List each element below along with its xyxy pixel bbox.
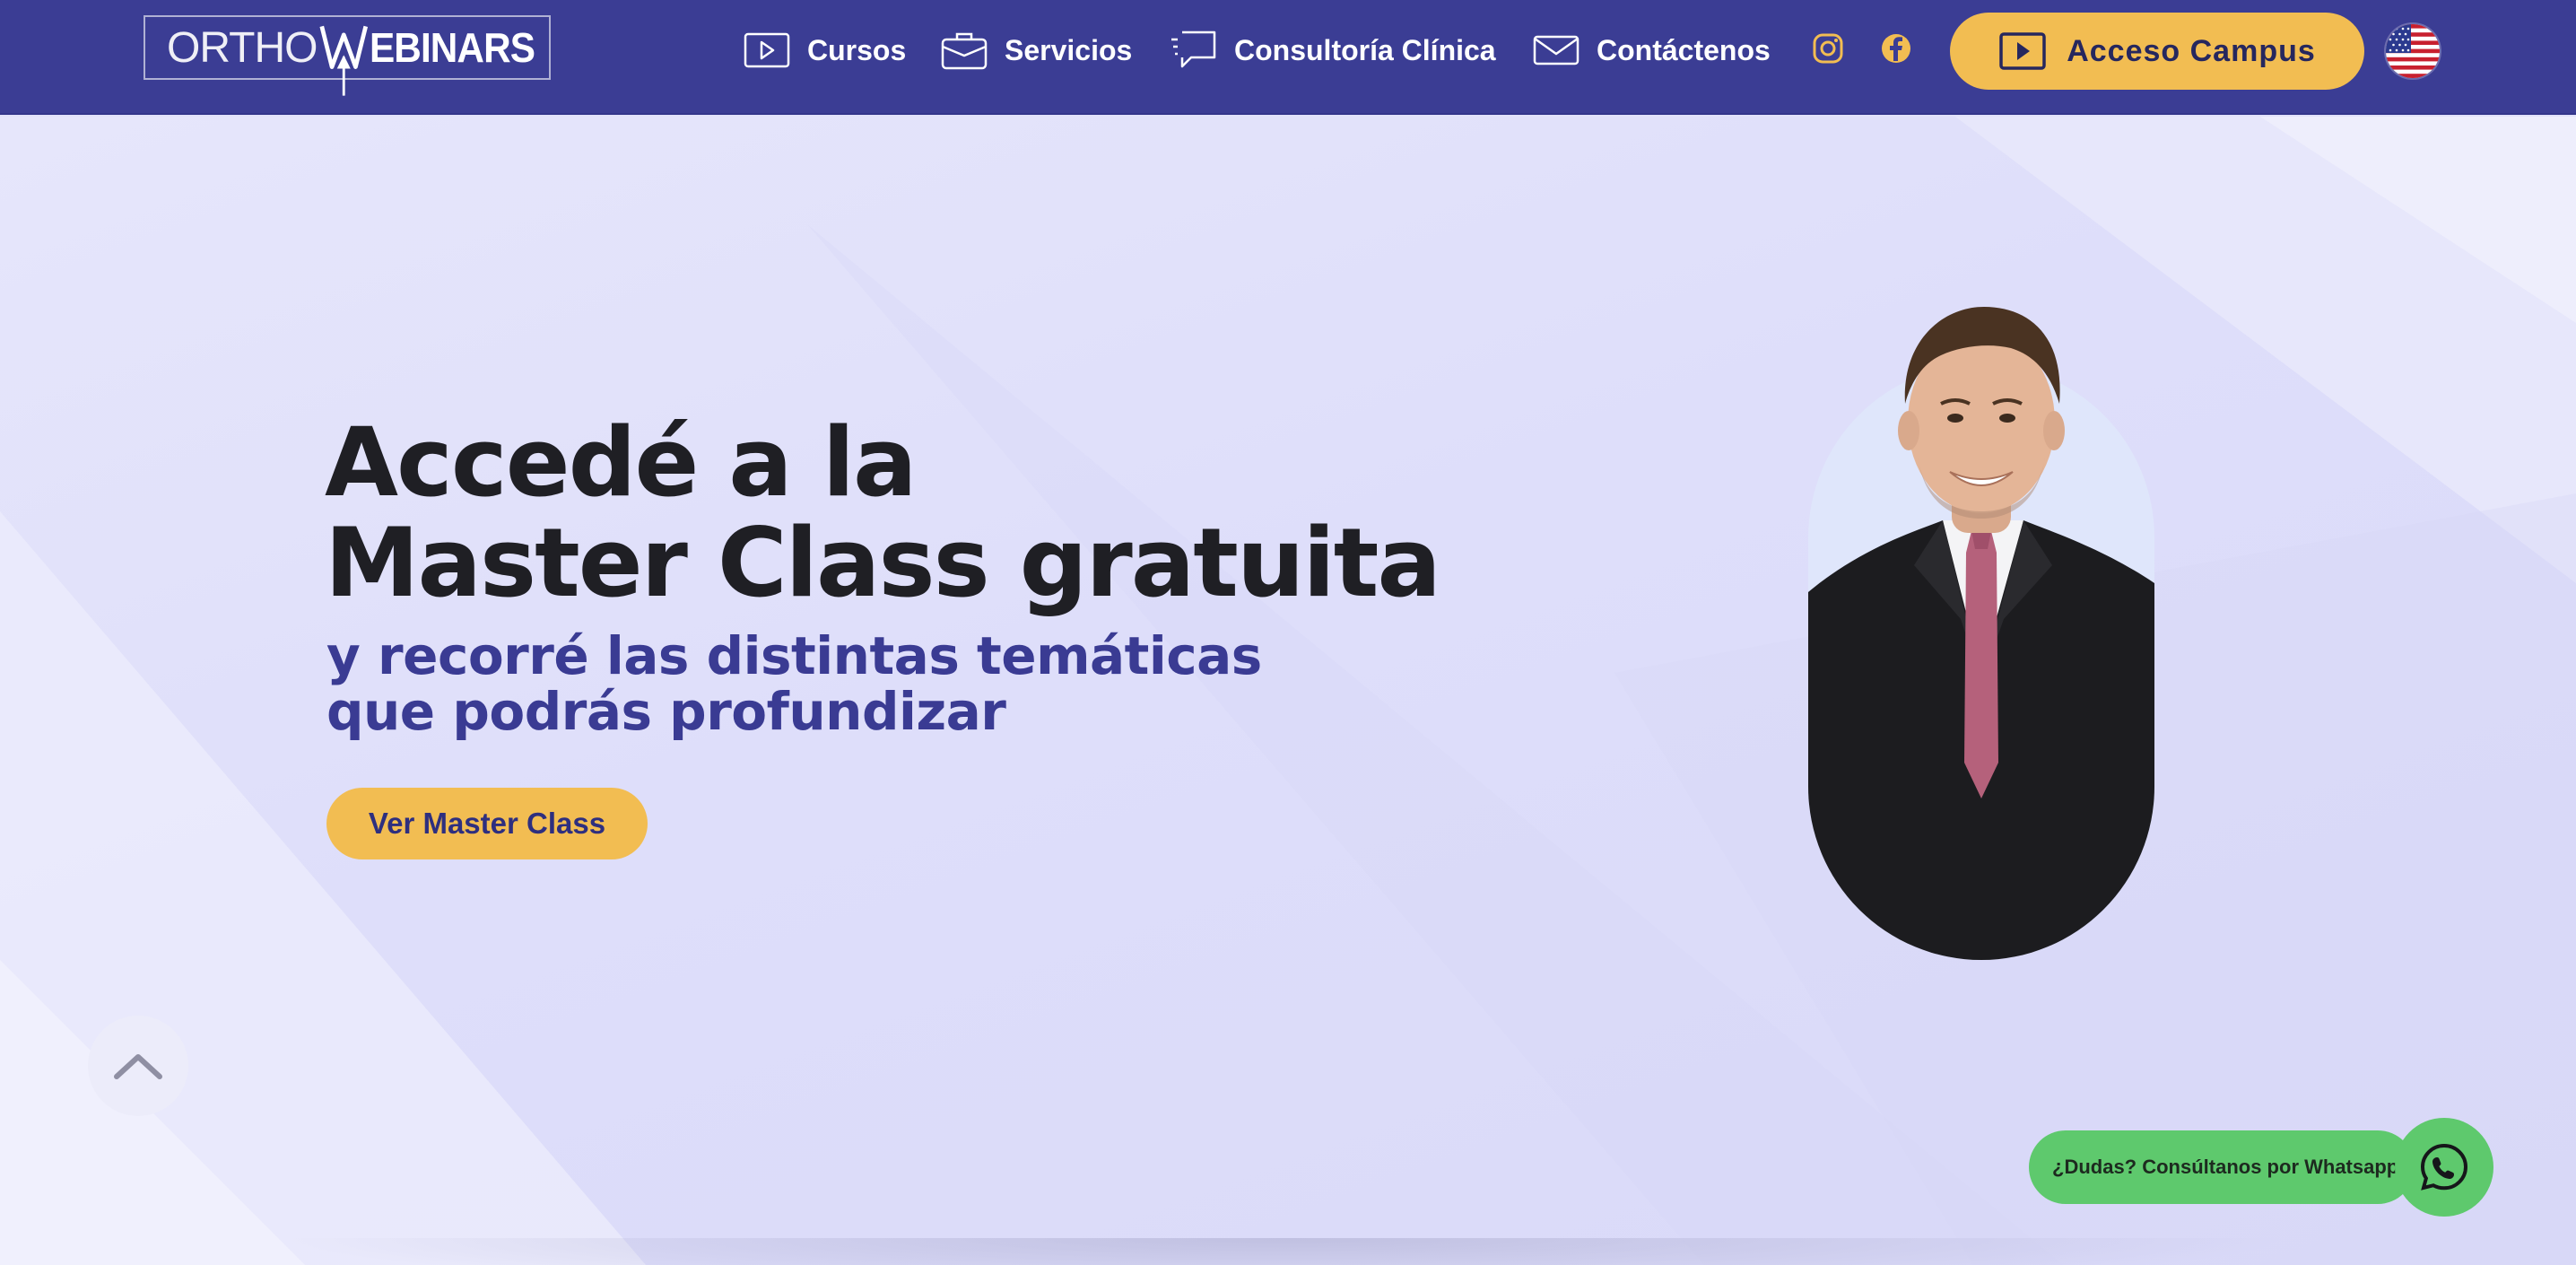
logo-text-light: ORTHO	[167, 23, 318, 72]
nav-contactenos[interactable]: Contáctenos	[1532, 25, 1771, 75]
nav-consultoria-label: Consultoría Clínica	[1234, 33, 1496, 66]
nav-contactenos-label: Contáctenos	[1597, 33, 1771, 66]
hero-subheadline-line1: y recorré las distintas temáticas	[326, 625, 1262, 686]
instructor-portrait	[1808, 307, 2154, 960]
facebook-icon[interactable]	[1878, 31, 1914, 66]
instagram-icon[interactable]	[1810, 31, 1846, 66]
orthowebinars-logo[interactable]: ORTHO EBINARS	[144, 15, 551, 96]
play-square-icon	[744, 32, 790, 68]
top-navbar: ORTHO EBINARS Cursos Servicios Consultor…	[0, 0, 2576, 115]
chat-bubble-icon	[1171, 31, 1216, 68]
hero-headline-line1: Accedé a la	[325, 407, 918, 518]
hero-section: Accedé a la Master Class gratuita y reco…	[0, 117, 2576, 1265]
acceso-campus-button[interactable]: Acceso Campus	[1950, 13, 2364, 90]
whatsapp-chat-pill[interactable]: ¿Dudas? Consúltanos por Whatsapp	[2029, 1130, 2415, 1204]
ver-master-class-button[interactable]: Ver Master Class	[326, 788, 648, 859]
nav-servicios[interactable]: Servicios	[940, 25, 1132, 75]
nav-servicios-label: Servicios	[1005, 33, 1133, 66]
acceso-campus-label: Acceso Campus	[2067, 33, 2316, 68]
content-card-shadow	[278, 1238, 2296, 1265]
hero-headline: Accedé a la Master Class gratuita	[325, 407, 1441, 618]
logo-w-arrow-icon	[319, 25, 369, 96]
play-square-icon	[1999, 32, 2046, 70]
logo-text-bold: EBINARS	[369, 24, 535, 71]
scroll-to-top-button[interactable]	[88, 1016, 188, 1116]
briefcase-icon	[941, 32, 988, 70]
whatsapp-icon	[2420, 1143, 2468, 1191]
hero-subheadline: y recorré las distintas temáticas que po…	[326, 628, 1262, 739]
chevron-up-icon	[114, 1054, 162, 1079]
envelope-icon	[1533, 35, 1580, 65]
nav-cursos-label: Cursos	[807, 33, 907, 66]
hero-subheadline-line2: que podrás profundizar	[326, 681, 1006, 742]
us-flag-icon[interactable]	[2386, 24, 2440, 78]
nav-consultoria-clinica[interactable]: Consultoría Clínica	[1170, 25, 1496, 75]
whatsapp-button[interactable]	[2395, 1118, 2493, 1217]
hero-headline-line2: Master Class gratuita	[325, 508, 1441, 618]
nav-cursos[interactable]: Cursos	[743, 25, 906, 75]
whatsapp-chat-label: ¿Dudas? Consúltanos por Whatsapp	[2052, 1156, 2399, 1178]
